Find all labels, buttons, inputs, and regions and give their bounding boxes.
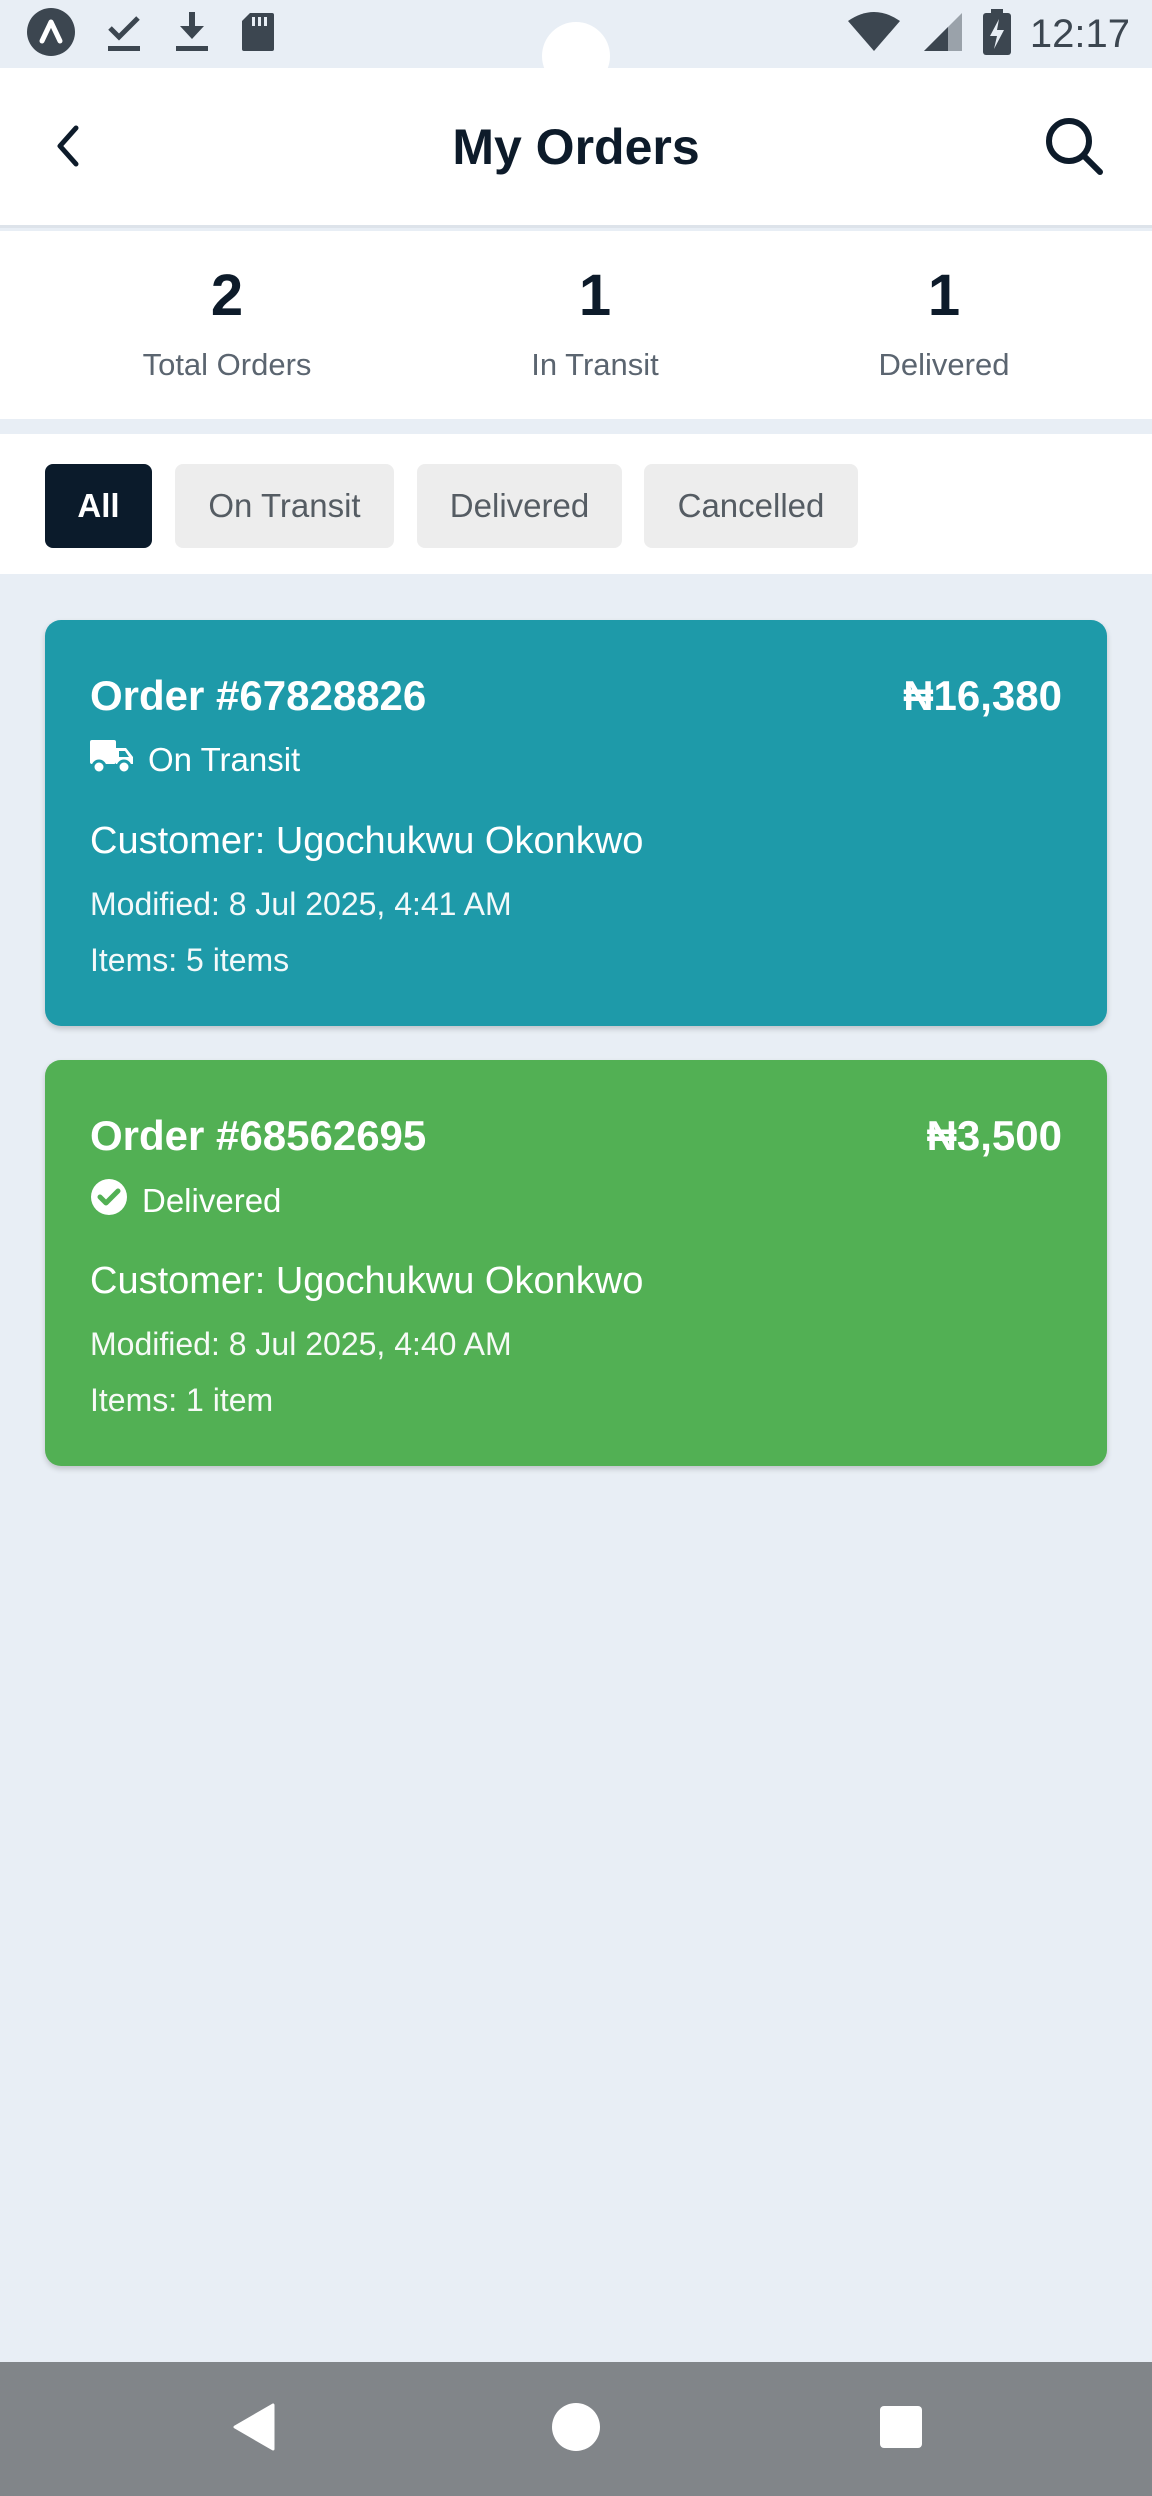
nav-back-icon xyxy=(231,2403,277,2456)
order-amount: ₦16,380 xyxy=(903,672,1062,719)
wifi-icon xyxy=(846,11,902,58)
order-number: Order #68562695 xyxy=(90,1112,427,1159)
truck-icon xyxy=(90,738,134,782)
status-time: 12:17 xyxy=(1029,11,1130,56)
order-stats: 2 Total Orders 1 In Transit 1 Delivered xyxy=(0,231,1152,419)
battery-charging-icon xyxy=(982,8,1012,60)
filter-chip-all[interactable]: All xyxy=(45,464,152,548)
stat-label: In Transit xyxy=(531,347,659,382)
nav-back-button[interactable] xyxy=(219,2394,289,2464)
status-bar-system: 12:17 xyxy=(846,8,1130,60)
order-status-label: On Transit xyxy=(148,741,301,778)
filter-chip-cancelled[interactable]: Cancelled xyxy=(644,464,858,548)
app-header: My Orders xyxy=(0,68,1152,228)
filter-bar: All On Transit Delivered Cancelled xyxy=(0,434,1152,574)
order-card[interactable]: Order #67828826 ₦16,380 On Transit Custo… xyxy=(45,620,1107,1026)
filter-chip-delivered[interactable]: Delivered xyxy=(417,464,622,548)
order-items: Items: 1 item xyxy=(90,1382,274,1418)
search-icon xyxy=(1043,115,1105,182)
stat-total-orders: 2 Total Orders xyxy=(77,267,377,383)
stat-value: 2 xyxy=(210,263,244,328)
app-logo-icon xyxy=(26,7,76,62)
stat-label: Delivered xyxy=(878,347,1010,382)
order-status: Delivered xyxy=(90,1178,281,1224)
stat-value: 1 xyxy=(927,263,961,328)
signal-icon xyxy=(920,11,964,58)
download-icon xyxy=(172,10,212,59)
page-title: My Orders xyxy=(452,119,700,175)
nav-home-icon xyxy=(551,2402,601,2457)
status-bar-notifications xyxy=(26,7,276,62)
nav-recents-icon xyxy=(879,2405,923,2454)
download-done-icon xyxy=(104,10,144,59)
stat-in-transit: 1 In Transit xyxy=(445,267,745,383)
order-status-label: Delivered xyxy=(142,1182,282,1219)
filter-chip-on-transit[interactable]: On Transit xyxy=(175,464,394,548)
order-card[interactable]: Order #68562695 ₦3,500 Delivered Custome… xyxy=(45,1060,1107,1466)
search-button[interactable] xyxy=(1040,114,1108,182)
order-number: Order #67828826 xyxy=(90,672,427,719)
order-status: On Transit xyxy=(90,738,300,782)
stat-delivered: 1 Delivered xyxy=(794,267,1094,383)
order-modified: Modified: 8 Jul 2025, 4:40 AM xyxy=(90,1326,512,1362)
check-circle-icon xyxy=(90,1178,128,1224)
order-amount: ₦3,500 xyxy=(926,1112,1062,1159)
system-nav-bar xyxy=(0,2362,1152,2496)
order-customer: Customer: Ugochukwu Okonkwo xyxy=(90,820,644,862)
order-customer: Customer: Ugochukwu Okonkwo xyxy=(90,1260,644,1302)
order-items: Items: 5 items xyxy=(90,942,290,978)
nav-home-button[interactable] xyxy=(541,2394,611,2464)
stat-label: Total Orders xyxy=(142,347,312,382)
nav-recents-button[interactable] xyxy=(866,2394,936,2464)
sd-card-icon xyxy=(240,11,276,58)
order-modified: Modified: 8 Jul 2025, 4:41 AM xyxy=(90,886,512,922)
stat-value: 1 xyxy=(578,263,612,328)
